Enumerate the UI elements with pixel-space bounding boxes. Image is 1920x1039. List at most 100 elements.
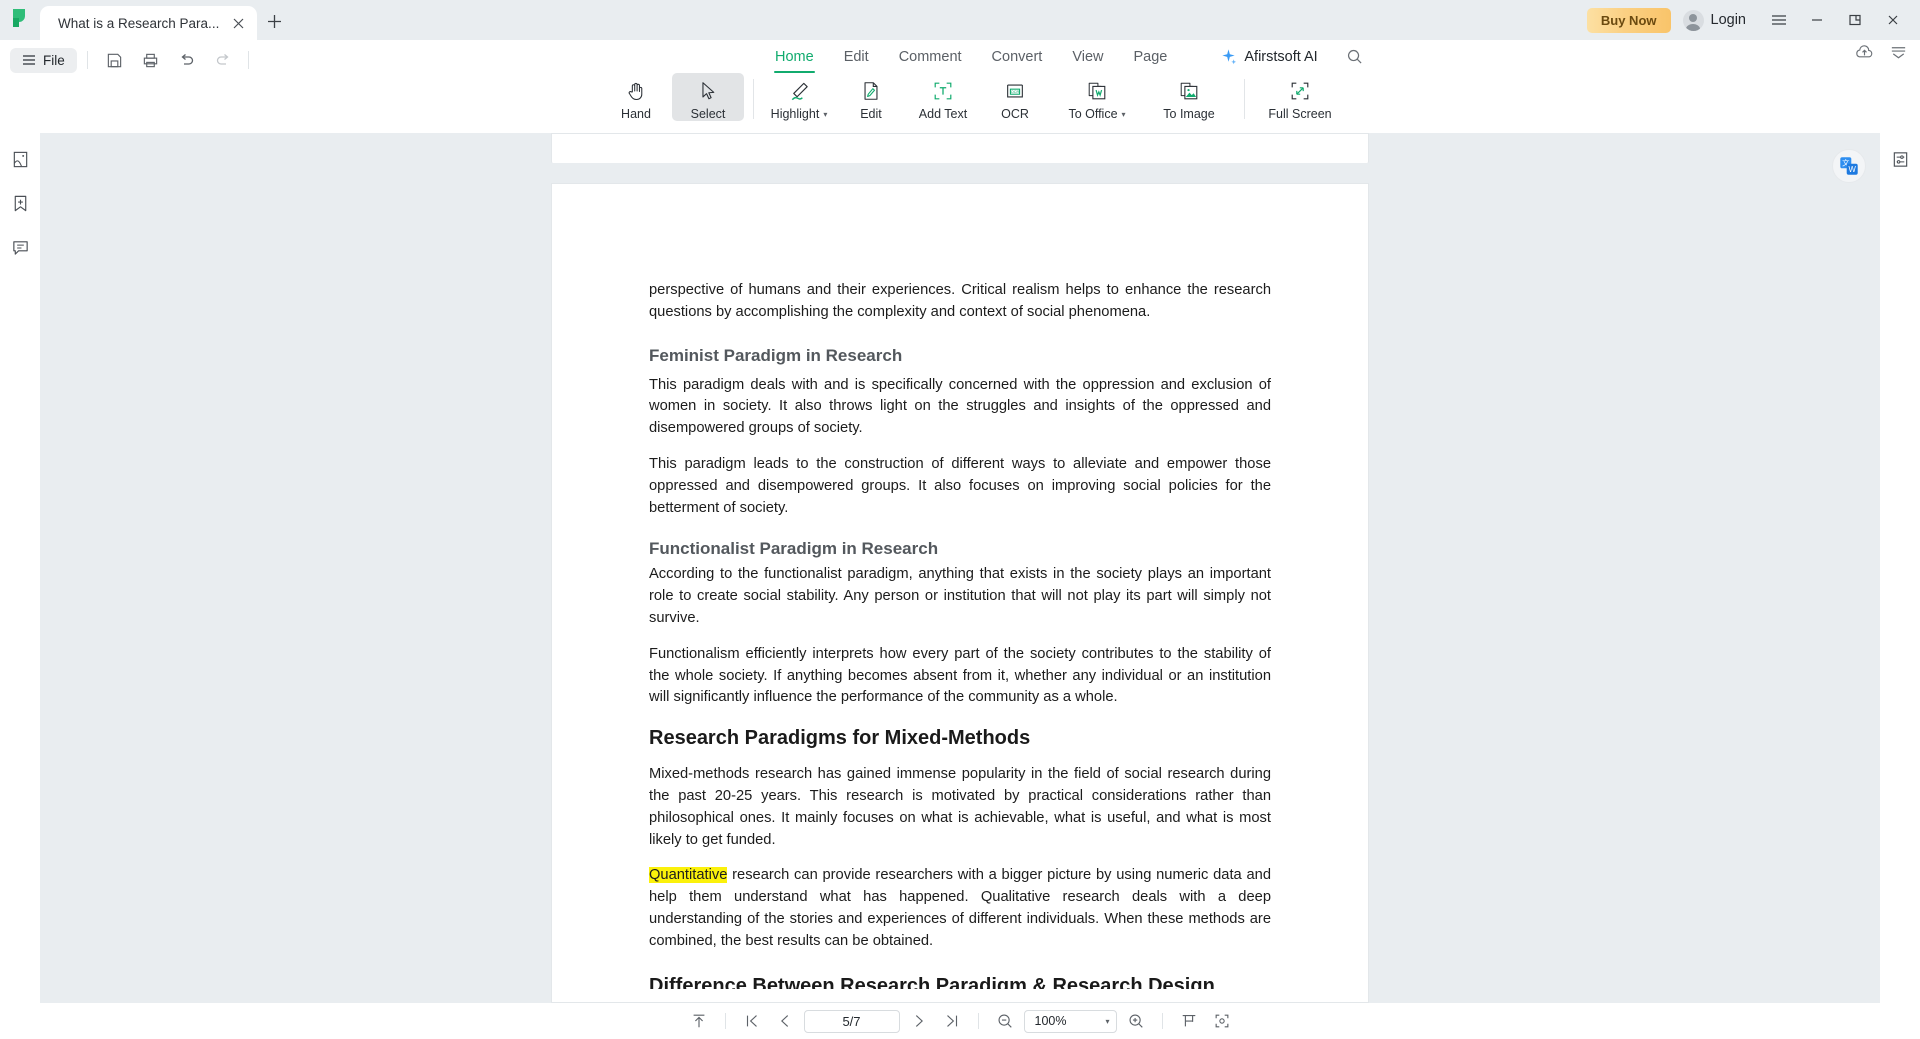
title-bar: What is a Research Para... Buy Now Login [0, 0, 1920, 40]
login-button[interactable]: Login [1682, 9, 1746, 31]
left-sidebar [0, 133, 40, 1003]
tool-full-screen-label: Full Screen [1268, 107, 1332, 121]
zoom-in-icon[interactable] [1122, 1008, 1150, 1034]
close-window-icon[interactable] [1876, 3, 1910, 37]
svg-text:W: W [1849, 165, 1857, 174]
zoom-level-select[interactable]: 100% ▾ [1023, 1009, 1117, 1033]
ribbon-tab-page[interactable]: Page [1119, 40, 1183, 73]
tool-edit[interactable]: Edit [835, 73, 907, 121]
page-number-input[interactable]: 5/7 [803, 1009, 900, 1033]
ribbon: File Home Edit Comment Convert View Page [0, 40, 1920, 133]
add-text-icon [932, 78, 954, 104]
previous-page-bottom [551, 133, 1369, 163]
paragraph-mixed-1: Mixed-methods research has gained immens… [649, 766, 1271, 848]
heading-difference-cutoff: Difference Between Research Paradigm & R… [649, 974, 1215, 989]
add-bookmark-icon[interactable] [6, 189, 34, 217]
hamburger-menu-icon[interactable] [1762, 3, 1796, 37]
login-label: Login [1710, 12, 1746, 28]
tool-ocr[interactable]: OCR OCR [979, 73, 1051, 121]
ribbon-tab-home[interactable]: Home [760, 40, 829, 73]
svg-text:OCR: OCR [1011, 90, 1020, 94]
zoom-level-value: 100% [1034, 1014, 1067, 1028]
tool-select-label: Select [690, 107, 726, 121]
fit-width-icon[interactable] [1175, 1008, 1203, 1034]
tool-add-text[interactable]: Add Text [907, 73, 979, 121]
divider [724, 1013, 726, 1029]
workspace: perspective of humans and their experien… [0, 133, 1920, 1003]
minimize-icon[interactable] [1800, 3, 1834, 37]
chevron-down-icon[interactable]: ▾ [1105, 1017, 1109, 1026]
tool-ocr-label: OCR [1001, 107, 1029, 121]
tool-highlight-text: Highlight [770, 107, 820, 121]
cursor-arrow-icon [697, 78, 719, 104]
ribbon-tab-convert[interactable]: Convert [977, 40, 1058, 73]
heading-mixed-methods: Research Paradigms for Mixed-Methods [649, 727, 1031, 750]
search-icon[interactable] [1346, 48, 1363, 65]
collapse-ribbon-icon[interactable] [1889, 43, 1908, 67]
ribbon-tab-comment[interactable]: Comment [884, 40, 977, 73]
paragraph-top: perspective of humans and their experien… [649, 282, 1271, 320]
tool-highlight-label: Highlight ▾ [771, 107, 828, 121]
ocr-icon: OCR [1004, 78, 1026, 104]
sparkle-icon [1222, 49, 1237, 65]
tool-select[interactable]: Select [672, 73, 744, 121]
heading-functionalist: Functionalist Paradigm in Research [649, 539, 939, 559]
ribbon-tab-edit[interactable]: Edit [829, 40, 884, 73]
divider [977, 1013, 979, 1029]
document-viewer[interactable]: perspective of humans and their experien… [40, 133, 1880, 1003]
highlight-pen-icon [788, 78, 811, 104]
afirstsoft-logo-icon [0, 0, 40, 38]
tool-highlight[interactable]: Highlight ▾ [763, 73, 835, 121]
document-tab-title: What is a Research Para... [58, 15, 220, 31]
fit-page-icon[interactable] [1208, 1008, 1236, 1034]
page-thumbnails-icon[interactable] [6, 145, 34, 173]
ribbon-tab-view[interactable]: View [1057, 40, 1118, 73]
chevron-down-icon[interactable]: ▾ [1122, 110, 1126, 119]
zoom-out-icon[interactable] [991, 1008, 1019, 1034]
comments-icon[interactable] [6, 233, 34, 261]
full-screen-icon [1289, 78, 1311, 104]
window-controls-group: Buy Now Login [1586, 0, 1920, 40]
paragraph-feminist-1: This paradigm deals with and is specific… [649, 376, 1271, 437]
to-image-icon [1178, 78, 1200, 104]
settings-sliders-icon[interactable] [1886, 145, 1914, 173]
divider [1244, 79, 1245, 119]
tool-to-office-label: To Office ▾ [1068, 107, 1125, 121]
previous-page-icon[interactable] [771, 1008, 799, 1034]
next-page-icon[interactable] [905, 1008, 933, 1034]
tool-to-image-label: To Image [1163, 107, 1215, 121]
ribbon-tool-row: Hand Select Highlight ▾ Edit Add Text OC… [0, 73, 1920, 131]
pdf-page: perspective of humans and their experien… [551, 183, 1369, 1003]
restore-window-icon[interactable] [1838, 3, 1872, 37]
user-avatar-icon [1682, 9, 1704, 31]
paragraph-functionalist-2: Functionalism efficiently interprets how… [649, 645, 1271, 706]
tool-hand[interactable]: Hand [600, 73, 672, 121]
tool-full-screen[interactable]: Full Screen [1254, 73, 1346, 121]
divider [1161, 1013, 1163, 1029]
buy-now-button[interactable]: Buy Now [1586, 7, 1671, 33]
tool-hand-label: Hand [621, 107, 651, 121]
translate-icon[interactable]: 文 W [1832, 149, 1866, 183]
cloud-upload-icon[interactable] [1854, 42, 1875, 68]
scroll-to-top-icon[interactable] [685, 1008, 713, 1034]
tool-to-office[interactable]: To Office ▾ [1051, 73, 1143, 121]
last-page-icon[interactable] [938, 1008, 966, 1034]
first-page-icon[interactable] [738, 1008, 766, 1034]
highlight-annotation[interactable]: Quantitative [649, 867, 728, 884]
document-tab[interactable]: What is a Research Para... [40, 6, 258, 40]
plus-icon[interactable] [257, 4, 291, 38]
tool-edit-label: Edit [860, 107, 882, 121]
afirstsoft-ai-label: Afirstsoft AI [1244, 48, 1318, 65]
afirstsoft-ai-button[interactable]: Afirstsoft AI [1220, 48, 1318, 65]
tool-to-image[interactable]: To Image [1143, 73, 1235, 121]
browser-tab-strip: What is a Research Para... [40, 0, 291, 40]
paragraph-quantitative: Quantitative research can provide resear… [649, 865, 1271, 952]
edit-document-icon [860, 78, 882, 104]
tool-add-text-label: Add Text [918, 107, 968, 121]
bottom-toolbar: 5/7 100% ▾ [0, 1003, 1920, 1039]
right-sidebar [1880, 133, 1920, 1003]
chevron-down-icon[interactable]: ▾ [823, 110, 827, 119]
close-icon[interactable] [229, 14, 247, 32]
ribbon-right-actions [1854, 42, 1908, 68]
paragraph-functionalist-1: According to the functionalist paradigm,… [649, 566, 1271, 626]
